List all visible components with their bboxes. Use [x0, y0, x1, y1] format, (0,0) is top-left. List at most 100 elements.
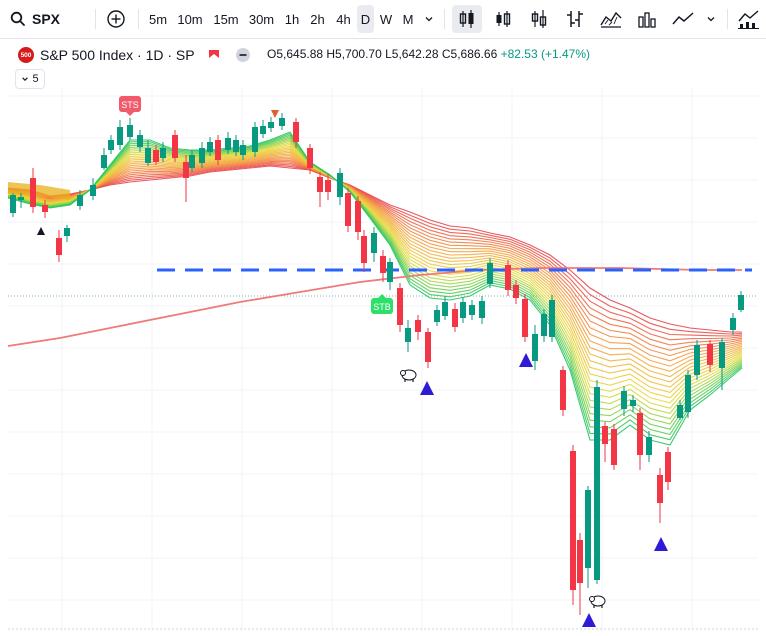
interval-label: 30m [248, 11, 275, 27]
candle-body [233, 140, 239, 152]
chart-type-columns-bar-button[interactable] [632, 5, 662, 33]
candle-body [42, 205, 48, 212]
candle-body [577, 540, 583, 583]
sts-label: STS [119, 96, 141, 116]
candle-body [602, 426, 608, 444]
candle-body [460, 302, 466, 318]
candle-body [513, 285, 519, 298]
change-value: +82.53 (+1.47%) [500, 47, 590, 61]
plus-circle-icon [107, 10, 125, 28]
search-icon [10, 11, 25, 26]
ribbon-line [7, 156, 743, 362]
symbol-label: SPX [32, 11, 61, 27]
candle-body [199, 148, 205, 163]
candle-body [127, 125, 133, 137]
close-value: C5,686.66 [441, 47, 498, 61]
chart-type-line-button[interactable] [668, 5, 698, 33]
candle-body [101, 155, 107, 168]
candle-body [317, 177, 323, 192]
candles-icon [459, 10, 474, 28]
candle-body [560, 370, 566, 410]
interval-15m[interactable]: 15m [210, 5, 242, 33]
chart-type-bars-button[interactable] [560, 5, 590, 33]
interval-30m[interactable]: 30m [245, 5, 278, 33]
candle-body [260, 126, 266, 134]
candle-body [380, 256, 386, 273]
indicator-count: 5 [32, 73, 39, 85]
ribbon-line [7, 159, 743, 351]
candle-body [637, 413, 643, 455]
open-value: O5,645.88 [267, 47, 324, 61]
interval-2h[interactable]: 2h [306, 5, 329, 33]
interval-10m[interactable]: 10m [174, 5, 206, 33]
candle-body [677, 405, 683, 418]
interval-label: D [360, 11, 371, 27]
candle-body [325, 180, 331, 192]
candle-body [434, 310, 440, 322]
chart-type-candles-button[interactable] [452, 5, 482, 33]
buy-arrow [519, 353, 533, 367]
low-value: L5,642.28 [385, 47, 439, 61]
candle-body [425, 332, 431, 362]
logo-text: 500 [20, 51, 32, 59]
candle-body [183, 162, 189, 178]
candle-body [137, 135, 143, 147]
ribbon-line [7, 150, 743, 383]
flag-icon[interactable] [207, 48, 221, 62]
candle-body [117, 127, 123, 145]
candle-body [10, 195, 16, 213]
chart-type-area-button[interactable] [596, 5, 626, 33]
candle-body [505, 265, 511, 290]
divider [444, 9, 445, 29]
small-down-marker [271, 110, 279, 118]
candle-body [345, 193, 351, 226]
candle-body [611, 429, 617, 465]
chart-type-columns-button[interactable] [524, 5, 554, 33]
candlestick-series [10, 113, 744, 615]
chart-type-hollow-candles-button[interactable] [488, 5, 518, 33]
interval-5m[interactable]: 5m [144, 5, 172, 33]
chevron-down-icon [22, 77, 29, 82]
column-candles-icon [531, 10, 547, 28]
candle-body [549, 300, 555, 337]
interval-d[interactable]: D [357, 5, 374, 33]
interval-m[interactable]: M [398, 5, 418, 33]
candle-body [594, 387, 600, 580]
indicators-toggle[interactable]: 5 [15, 69, 45, 89]
sts-label-pointer [126, 112, 134, 116]
interval-dropdown[interactable] [420, 5, 438, 33]
candle-body [293, 122, 299, 142]
candle-body [30, 178, 36, 207]
bear-icon [400, 369, 417, 382]
candle-body [307, 148, 313, 168]
candle-body [685, 375, 691, 412]
candle-body [719, 342, 725, 368]
chart-type-dropdown[interactable] [702, 5, 720, 33]
interval-w[interactable]: W [377, 5, 395, 33]
interval-1h[interactable]: 1h [281, 5, 303, 33]
candle-body [415, 320, 421, 332]
high-value: H5,700.70 [326, 47, 382, 61]
interval-label: 4h [336, 11, 351, 27]
compare-symbol-button[interactable] [104, 5, 128, 33]
price-chart[interactable]: STS STB [0, 38, 766, 636]
minus-circle-icon[interactable] [235, 47, 251, 63]
candle-body [108, 140, 114, 150]
ohlc-bars-icon [567, 11, 583, 27]
candle-body [77, 195, 83, 206]
symbol-search[interactable]: SPX [10, 5, 82, 33]
interval-4h[interactable]: 4h [332, 5, 355, 33]
candle-body [694, 345, 700, 375]
candle-body [215, 140, 221, 160]
candle-body [18, 197, 24, 200]
indicators-button[interactable] [734, 5, 764, 33]
candle-body [355, 201, 361, 232]
stb-label-pointer [378, 294, 386, 298]
candle-body [160, 148, 166, 158]
stb-label-text: STB [373, 302, 391, 312]
candle-body [570, 451, 576, 590]
symbol-title[interactable]: S&P 500 Index · 1D · SP [40, 47, 195, 63]
candle-body [646, 437, 652, 455]
candle-body [469, 305, 475, 315]
interval-label: 1h [284, 11, 300, 27]
